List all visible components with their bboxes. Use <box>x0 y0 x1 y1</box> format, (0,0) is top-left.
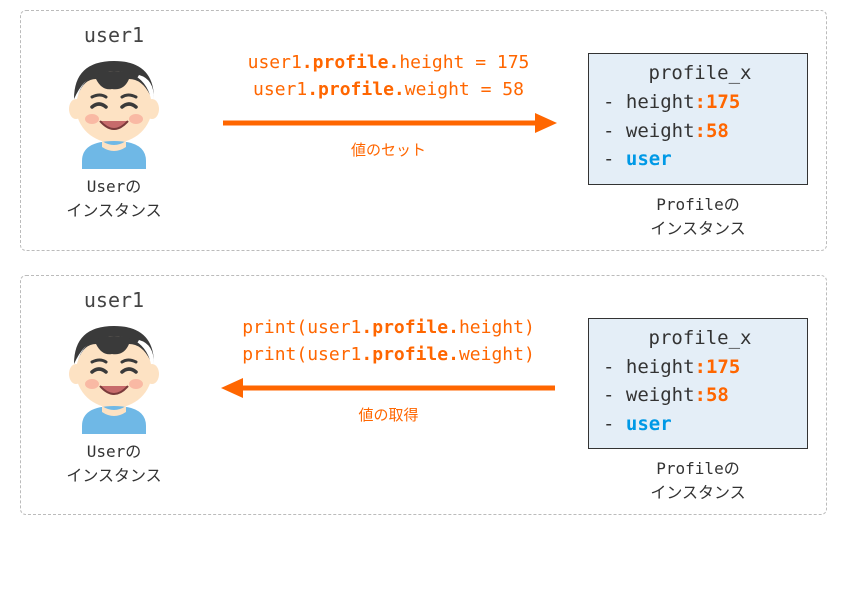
boy-avatar-icon <box>54 314 174 434</box>
code-line-print-height: print(user1.profile.height) <box>205 314 572 341</box>
profile-instance-label: Profileの インスタンス <box>588 457 808 506</box>
profile-row-user: - user <box>603 145 797 174</box>
middle-column: print(user1.profile.height) print(user1.… <box>205 288 572 425</box>
user-column: user1 <box>39 23 189 224</box>
arrow-label-get: 値の取得 <box>205 404 572 425</box>
panel-set: user1 <box>20 10 827 251</box>
code-line-set-weight: user1.profile.weight = 58 <box>205 76 572 103</box>
middle-column: user1.profile.height = 175 user1.profile… <box>205 23 572 160</box>
arrow-label-set: 値のセット <box>205 139 572 160</box>
code-line-print-weight: print(user1.profile.weight) <box>205 341 572 368</box>
boy-avatar-icon <box>54 49 174 169</box>
profile-row-user: - user <box>603 410 797 439</box>
user-instance-label: Userの インスタンス <box>39 440 189 489</box>
profile-column: profile_x - height:175 - weight:58 - use… <box>588 288 808 507</box>
profile-object-title: profile_x <box>603 62 797 84</box>
user-variable-label: user1 <box>39 288 189 312</box>
profile-row-weight: - weight:58 <box>603 381 797 410</box>
user-column: user1 Userの インスタンス <box>39 288 189 489</box>
profile-row-height: - height:175 <box>603 353 797 382</box>
user-instance-label: Userの インスタンス <box>39 175 189 224</box>
arrow-right-icon <box>205 109 572 137</box>
profile-column: profile_x - height:175 - weight:58 - use… <box>588 23 808 242</box>
arrow-left-icon <box>205 374 572 402</box>
profile-object-title: profile_x <box>603 327 797 349</box>
profile-row-height: - height:175 <box>603 88 797 117</box>
profile-instance-label: Profileの インスタンス <box>588 193 808 242</box>
profile-row-weight: - weight:58 <box>603 117 797 146</box>
user-variable-label: user1 <box>39 23 189 47</box>
profile-object-box: profile_x - height:175 - weight:58 - use… <box>588 53 808 185</box>
profile-object-box: profile_x - height:175 - weight:58 - use… <box>588 318 808 450</box>
code-line-set-height: user1.profile.height = 175 <box>205 49 572 76</box>
panel-get: user1 Userの インスタンス <box>20 275 827 516</box>
